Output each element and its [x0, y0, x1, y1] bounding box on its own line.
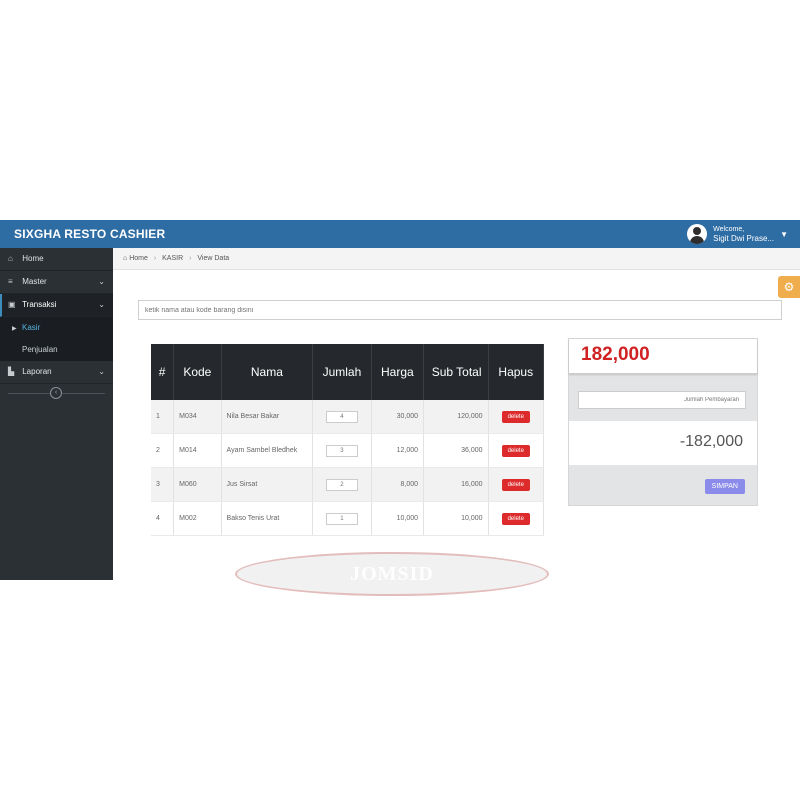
sidebar-item-label: Master [22, 277, 47, 286]
cell-harga: 10,000 [371, 501, 425, 536]
column-header-no: # [151, 344, 175, 400]
watermark-logo: JOMSID [235, 552, 549, 596]
sidebar-item-master[interactable]: ≡ Master ⌄ [0, 271, 113, 294]
table-row: 3 M060 Jus Sirsat 2 8,000 16,000 delete [151, 467, 545, 502]
collapse-arrow-icon[interactable]: ‹ [50, 387, 62, 399]
main-content: ⌂ Home › KASIR › View Data ⚙ # Kode Nama… [113, 248, 800, 596]
change-box: -182,000 [569, 421, 757, 465]
welcome-label: Welcome, [713, 226, 745, 233]
sidebar-item-laporan[interactable]: ▙ Laporan ⌄ [0, 361, 113, 384]
cell-no: 1 [151, 400, 175, 434]
cell-no: 2 [151, 433, 175, 468]
delete-button[interactable]: delete [501, 410, 530, 423]
sidebar-subitem-kasir[interactable]: ▶ Kasir [0, 317, 113, 339]
cell-harga: 12,000 [371, 433, 425, 468]
cell-kode: M034 [173, 400, 222, 434]
home-icon: ⌂ [123, 255, 128, 262]
cell-harga: 8,000 [371, 467, 425, 502]
cell-kode: M002 [173, 501, 222, 536]
payment-amount-input[interactable] [578, 391, 746, 409]
table-header-row: # Kode Nama Jumlah Harga Sub Total Hapus [151, 344, 545, 400]
cell-subtotal: 10,000 [423, 501, 489, 536]
quantity-input[interactable]: 3 [325, 444, 358, 457]
search-input[interactable] [138, 300, 782, 320]
breadcrumb-kasir[interactable]: KASIR [162, 255, 183, 262]
total-box: 182,000 [569, 339, 757, 374]
cell-nama: Nila Besar Bakar [221, 400, 314, 434]
cell-nama: Bakso Tenis Urat [221, 501, 314, 536]
column-header-hapus: Hapus [488, 344, 545, 400]
cell-kode: M060 [173, 467, 222, 502]
sidebar-item-label: Home [22, 254, 44, 263]
delete-button[interactable]: delete [501, 444, 530, 457]
column-header-kode: Kode [173, 344, 222, 400]
sidebar-item-label: Laporan [22, 367, 52, 376]
caret-down-icon: ▼ [780, 229, 788, 239]
breadcrumb-current: View Data [197, 255, 230, 262]
chevron-down-icon: ⌄ [98, 300, 105, 309]
breadcrumb: ⌂ Home › KASIR › View Data [113, 248, 800, 270]
sidebar-item-label: Transaksi [22, 300, 57, 309]
breadcrumb-separator: › [189, 255, 192, 262]
app-title: SIXGHA RESTO CASHIER [14, 227, 166, 241]
home-icon: ⌂ [8, 254, 13, 263]
cart-table: # Kode Nama Jumlah Harga Sub Total Hapus… [151, 344, 545, 536]
cell-subtotal: 16,000 [423, 467, 489, 502]
cell-nama: Jus Sirsat [221, 467, 314, 502]
quantity-input[interactable]: 1 [325, 512, 358, 525]
quantity-input[interactable]: 4 [325, 410, 358, 423]
app-window: SIXGHA RESTO CASHIER Welcome, Sigit Dwi … [0, 220, 800, 596]
column-header-harga: Harga [371, 344, 425, 400]
user-menu[interactable]: Welcome, Sigit Dwi Prase... ▼ [687, 223, 788, 245]
save-button[interactable]: SIMPAN [704, 479, 745, 494]
top-navbar: SIXGHA RESTO CASHIER Welcome, Sigit Dwi … [0, 220, 800, 248]
table-row: 2 M014 Ayam Sambel Bledhek 3 12,000 36,0… [151, 433, 545, 468]
column-header-nama: Nama [221, 344, 314, 400]
settings-gear-icon[interactable]: ⚙ [778, 276, 800, 298]
breadcrumb-home[interactable]: Home [129, 255, 148, 262]
cell-no: 4 [151, 501, 175, 536]
sidebar-subitem-penjualan[interactable]: Penjualan [0, 339, 113, 361]
table-row: 1 M034 Nila Besar Bakar 4 30,000 120,000… [151, 400, 545, 434]
column-header-jumlah: Jumlah [312, 344, 372, 400]
delete-button[interactable]: delete [501, 478, 530, 491]
bar-chart-icon: ▙ [8, 367, 15, 376]
caret-right-icon: ▶ [12, 326, 17, 332]
sidebar-item-home[interactable]: ⌂ Home [0, 248, 113, 271]
payment-panel: 182,000 -182,000 SIMPAN [568, 338, 758, 506]
sidebar: ⌂ Home ≡ Master ⌄ ▣ Transaksi ⌄ ▶ Kasir P… [0, 248, 113, 580]
cell-kode: M014 [173, 433, 222, 468]
breadcrumb-separator: › [153, 255, 157, 262]
delete-button[interactable]: delete [501, 512, 530, 525]
user-avatar-icon [687, 224, 708, 244]
column-header-subtotal: Sub Total [423, 344, 489, 400]
sidebar-item-transaksi[interactable]: ▣ Transaksi ⌄ [0, 294, 113, 317]
grand-total: 182,000 [581, 344, 650, 365]
user-name: Sigit Dwi Prase... [713, 234, 775, 243]
cell-harga: 30,000 [371, 400, 425, 434]
table-row: 4 M002 Bakso Tenis Urat 1 10,000 10,000 … [151, 501, 545, 536]
chevron-down-icon: ⌄ [98, 277, 105, 286]
sidebar-subitem-label: Kasir [22, 323, 41, 332]
money-icon: ▣ [8, 300, 16, 309]
cell-nama: Ayam Sambel Bledhek [221, 433, 314, 468]
cell-subtotal: 36,000 [423, 433, 489, 468]
change-amount: -182,000 [679, 433, 743, 450]
sidebar-collapse-toggle[interactable]: ‹ [0, 384, 113, 402]
cell-no: 3 [151, 467, 175, 502]
sidebar-subitem-label: Penjualan [22, 345, 58, 354]
chevron-down-icon: ⌄ [98, 367, 105, 376]
quantity-input[interactable]: 2 [325, 478, 358, 491]
database-icon: ≡ [8, 277, 13, 286]
cell-subtotal: 120,000 [423, 400, 489, 434]
